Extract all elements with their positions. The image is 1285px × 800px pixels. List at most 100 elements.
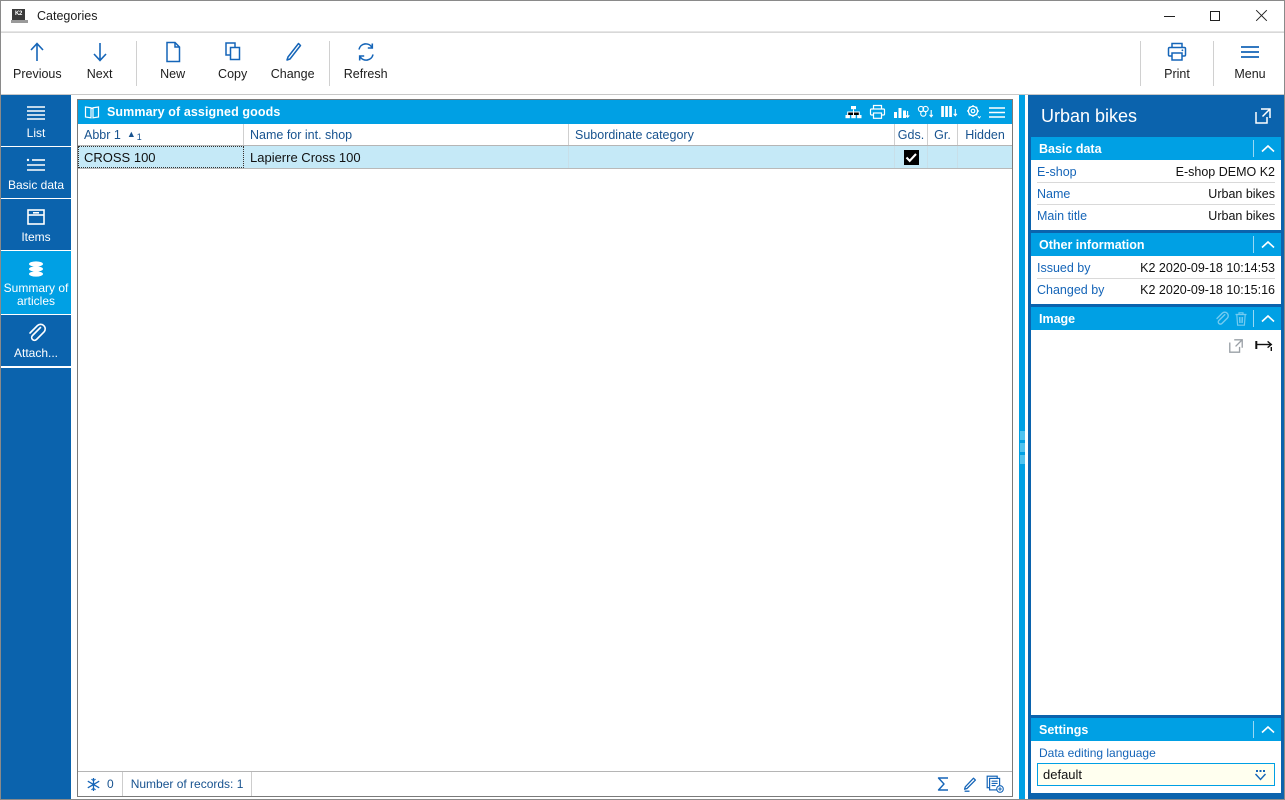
- window-title: Categories: [37, 9, 98, 23]
- menu-button[interactable]: Menu: [1220, 33, 1280, 94]
- splitter-grip[interactable]: [1019, 430, 1025, 464]
- dropdown-arrow-icon[interactable]: [1252, 768, 1270, 782]
- chevron-up-icon[interactable]: [1257, 720, 1279, 739]
- section-basic-data: Basic data E-shop E-shop DEMO K2 Name Ur…: [1031, 137, 1281, 230]
- chevron-up-icon[interactable]: [1257, 139, 1279, 158]
- copy-button[interactable]: Copy: [203, 33, 263, 94]
- section-body-other-information: Issued by K2 2020-09-18 10:14:53 Changed…: [1031, 256, 1281, 304]
- new-button[interactable]: New: [143, 33, 203, 94]
- checkbox-checked-icon[interactable]: [903, 149, 919, 165]
- column-header-subordinate-category[interactable]: Subordinate category: [569, 124, 895, 145]
- section-divider: [1253, 140, 1254, 157]
- filter-status[interactable]: 0: [78, 772, 123, 796]
- column-label: Gr.: [934, 127, 951, 142]
- panel-splitter[interactable]: [1016, 95, 1028, 799]
- maximize-button[interactable]: [1192, 1, 1238, 32]
- section-other-information: Other information Issued by K2 2020-09-1…: [1031, 233, 1281, 304]
- next-button[interactable]: Next: [70, 33, 130, 94]
- grid-rows[interactable]: CROSS 100 Lapierre Cross 100: [78, 146, 1012, 771]
- field-value: Urban bikes: [1208, 186, 1275, 201]
- grid-title: Summary of assigned goods: [107, 105, 281, 119]
- toolbar-separator-1: [135, 41, 137, 86]
- refresh-button[interactable]: Refresh: [336, 33, 396, 94]
- sidebar-item-label: Attach...: [13, 346, 59, 360]
- column-header-gds[interactable]: Gds.: [895, 124, 928, 145]
- cell-gr[interactable]: [928, 146, 958, 168]
- paperclip-icon[interactable]: [1212, 309, 1231, 328]
- previous-button[interactable]: Previous: [5, 33, 70, 94]
- toolbar-separator-3: [1140, 41, 1141, 86]
- next-label: Next: [86, 67, 113, 81]
- layers-icon: [24, 258, 48, 279]
- chevron-up-icon[interactable]: [1257, 309, 1279, 328]
- sidebar-item-label: Summary of articles: [3, 281, 69, 308]
- chevron-up-icon[interactable]: [1257, 235, 1279, 254]
- change-button[interactable]: Change: [263, 33, 323, 94]
- close-icon: [1255, 10, 1267, 22]
- section-header-settings[interactable]: Settings: [1031, 718, 1281, 741]
- field-row[interactable]: Main title Urban bikes: [1037, 205, 1275, 227]
- section-header-other-information[interactable]: Other information: [1031, 233, 1281, 256]
- field-row[interactable]: Name Urban bikes: [1037, 183, 1275, 205]
- column-header-abbr[interactable]: Abbr 1 ▲ 1: [78, 124, 244, 145]
- sidebar: List Basic data Items Summary of article…: [1, 95, 71, 799]
- column-header-gr[interactable]: Gr.: [928, 124, 958, 145]
- field-row[interactable]: Issued by K2 2020-09-18 10:14:53: [1037, 257, 1275, 279]
- row-separator: [78, 168, 1012, 169]
- cell-hidden[interactable]: [958, 146, 1012, 168]
- image-preview-area[interactable]: [1031, 330, 1281, 715]
- sidebar-item-basic-data[interactable]: Basic data: [1, 147, 71, 199]
- column-header-name-for-int-shop[interactable]: Name for int. shop: [244, 124, 569, 145]
- sidebar-item-attachments[interactable]: Attach...: [1, 315, 71, 367]
- section-header-basic-data[interactable]: Basic data: [1031, 137, 1281, 160]
- columns-icon[interactable]: [940, 104, 958, 121]
- print-button[interactable]: Print: [1147, 33, 1207, 94]
- sum-sigma-icon[interactable]: [934, 775, 952, 793]
- field-row[interactable]: Changed by K2 2020-09-18 10:15:16: [1037, 279, 1275, 301]
- bullet-list-icon: [24, 154, 48, 176]
- detail-panel-header: Urban bikes: [1031, 95, 1281, 137]
- minimize-icon: [1163, 15, 1175, 17]
- field-value: K2 2020-09-18 10:14:53: [1140, 260, 1275, 275]
- field-row[interactable]: E-shop E-shop DEMO K2: [1037, 161, 1275, 183]
- sidebar-item-label: List: [26, 126, 46, 140]
- cell-name-for-int-shop[interactable]: Lapierre Cross 100: [244, 146, 569, 168]
- menu-icon[interactable]: [988, 104, 1006, 121]
- cell-abbr[interactable]: CROSS 100: [78, 146, 244, 168]
- section-header-image[interactable]: Image: [1031, 307, 1281, 330]
- snowflake-filter-icon[interactable]: [86, 777, 101, 792]
- column-label: Subordinate category: [575, 127, 694, 142]
- column-header-hidden[interactable]: Hidden: [958, 124, 1012, 145]
- pivot-icon[interactable]: [916, 104, 934, 121]
- trash-icon[interactable]: [1231, 309, 1250, 328]
- sidebar-item-summary-of-articles[interactable]: Summary of articles: [1, 251, 71, 315]
- edit-pencil-icon[interactable]: [960, 775, 978, 793]
- sidebar-item-items[interactable]: Items: [1, 199, 71, 251]
- menu-label: Menu: [1234, 67, 1266, 81]
- resize-width-icon[interactable]: [1255, 337, 1273, 355]
- paperclip-icon: [25, 322, 47, 344]
- close-button[interactable]: [1238, 1, 1284, 32]
- cell-gds[interactable]: [895, 146, 928, 168]
- sort-ascending-icon: ▲ 1: [126, 129, 142, 143]
- minimize-button[interactable]: [1146, 1, 1192, 32]
- hierarchy-icon[interactable]: [844, 104, 862, 121]
- cell-subordinate-category[interactable]: [569, 146, 895, 168]
- data-editing-language-select[interactable]: default: [1037, 763, 1275, 786]
- open-external-icon[interactable]: [1253, 106, 1273, 126]
- toolbar-separator-4: [1213, 41, 1214, 86]
- printer-icon[interactable]: [868, 104, 886, 121]
- new-record-icon[interactable]: [986, 775, 1004, 793]
- field-value: Urban bikes: [1208, 209, 1275, 223]
- window-controls: [1146, 1, 1284, 32]
- table-row[interactable]: CROSS 100 Lapierre Cross 100: [78, 146, 1012, 168]
- sidebar-item-list[interactable]: List: [1, 95, 71, 147]
- grid-header-bar: Summary of assigned goods: [78, 100, 1012, 124]
- section-divider: [1253, 721, 1254, 738]
- open-external-icon[interactable]: [1227, 337, 1245, 355]
- sidebar-filler: [1, 367, 71, 799]
- sidebar-item-label: Basic data: [7, 178, 65, 192]
- settings-gear-icon[interactable]: [964, 104, 982, 121]
- bar-chart-icon[interactable]: [892, 104, 910, 121]
- column-label: Hidden: [965, 127, 1005, 142]
